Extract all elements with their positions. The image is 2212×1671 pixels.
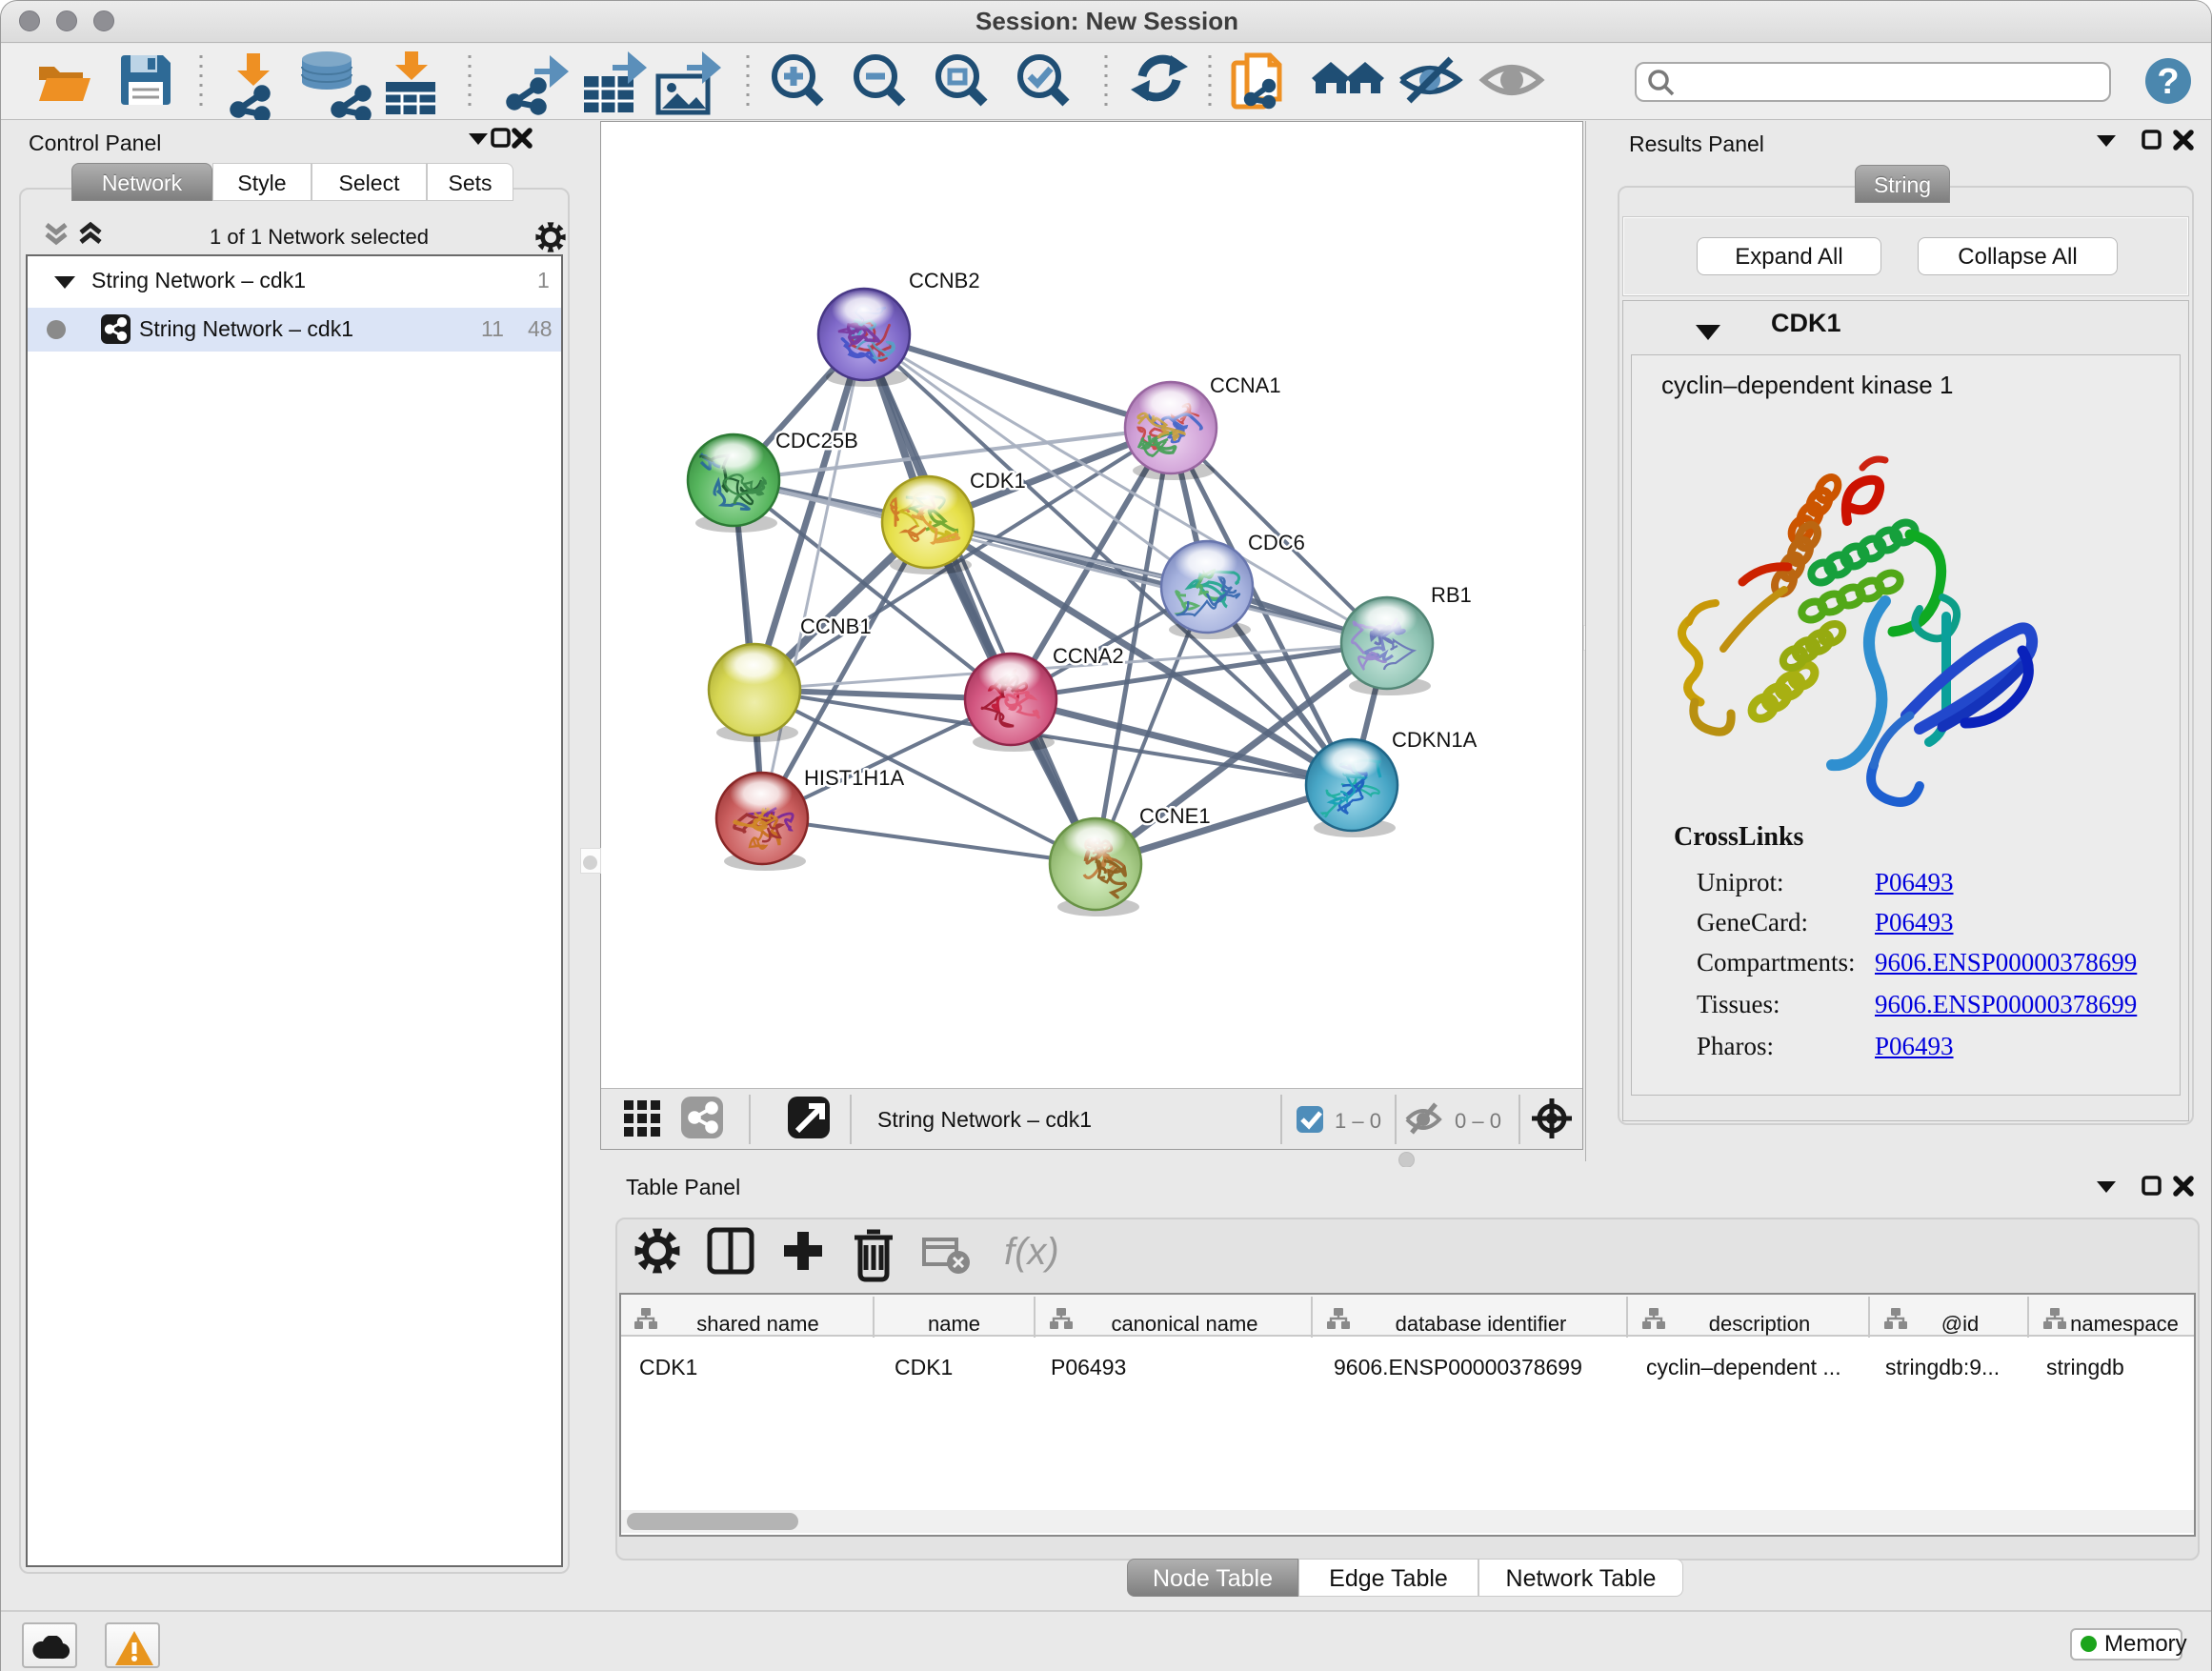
svg-text:CDK1: CDK1 (970, 469, 1026, 493)
svg-text:CDK1: CDK1 (639, 1355, 697, 1379)
svg-text:1 of 1 Network selected: 1 of 1 Network selected (210, 225, 429, 249)
svg-text:cyclin–dependent ...: cyclin–dependent ... (1646, 1355, 1841, 1379)
svg-text:CDC25B: CDC25B (775, 429, 858, 453)
svg-text:stringdb:9...: stringdb:9... (1885, 1355, 2000, 1379)
svg-text:1 – 0: 1 – 0 (1335, 1109, 1381, 1133)
svg-text:shared name: shared name (696, 1312, 818, 1336)
svg-text:CDC6: CDC6 (1248, 531, 1305, 554)
svg-text:9606.ENSP00000378699: 9606.ENSP00000378699 (1334, 1355, 1582, 1379)
svg-text:String Network – cdk1: String Network – cdk1 (877, 1107, 1092, 1132)
svg-text:namespace: namespace (2070, 1312, 2179, 1336)
svg-text:CCNE1: CCNE1 (1139, 804, 1211, 828)
svg-text:canonical name: canonical name (1111, 1312, 1257, 1336)
svg-text:database identifier: database identifier (1396, 1312, 1567, 1336)
svg-text:f(x): f(x) (1004, 1231, 1059, 1273)
svg-text:description: description (1709, 1312, 1810, 1336)
svg-text:stringdb: stringdb (2046, 1355, 2124, 1379)
svg-text:CDKN1A: CDKN1A (1392, 728, 1478, 752)
svg-text:CCNA2: CCNA2 (1053, 644, 1124, 668)
svg-text:@id: @id (1941, 1312, 1979, 1336)
svg-text:CDK1: CDK1 (895, 1355, 953, 1379)
svg-text:CCNB1: CCNB1 (800, 614, 872, 638)
svg-text:CCNB2: CCNB2 (909, 269, 980, 292)
svg-text:name: name (928, 1312, 980, 1336)
svg-text:P06493: P06493 (1051, 1355, 1126, 1379)
svg-text:?: ? (2157, 62, 2179, 102)
svg-text:RB1: RB1 (1431, 583, 1472, 607)
svg-text:0 – 0: 0 – 0 (1455, 1109, 1501, 1133)
svg-text:CCNA1: CCNA1 (1210, 373, 1281, 397)
svg-text:HIST1H1A: HIST1H1A (804, 766, 904, 790)
